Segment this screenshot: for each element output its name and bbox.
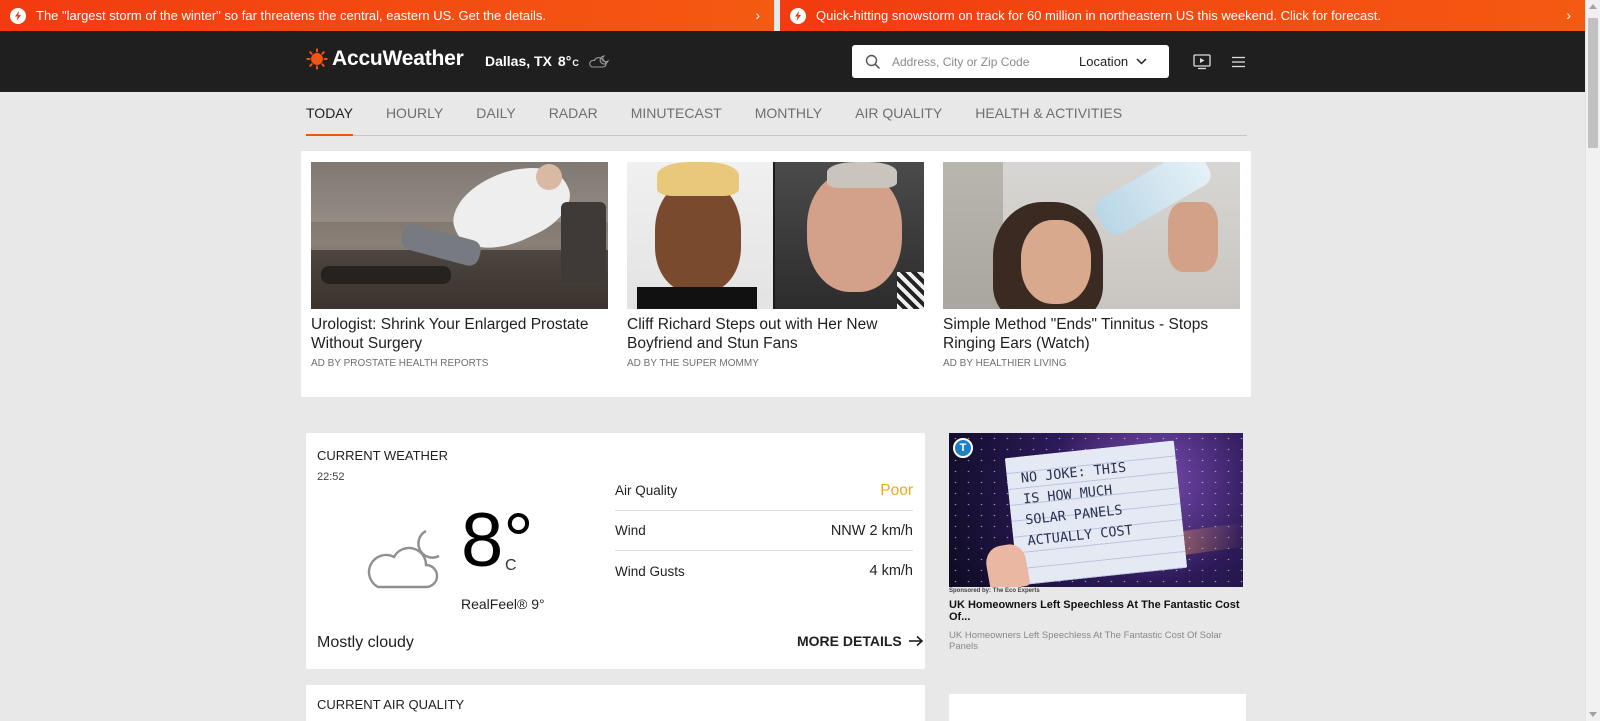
ad-title: Cliff Richard Steps out with Her New Boy… — [627, 316, 878, 352]
ad-title: Urologist: Shrink Your Enlarged Prostate… — [311, 316, 589, 352]
more-details-label: MORE DETAILS — [797, 633, 902, 649]
tab-hourly[interactable]: HOURLY — [386, 92, 443, 136]
ad-image-two-portraits — [627, 162, 924, 309]
ad-source: AD BY PROSTATE HEALTH REPORTS — [311, 358, 489, 369]
sub-navigation: TODAY HOURLY DAILY RADAR MINUTECAST MONT… — [306, 92, 1247, 136]
header-location[interactable]: Dallas, TX 8° C — [485, 53, 611, 69]
search-box: Location — [852, 45, 1169, 78]
ad-card-tinnitus[interactable]: Simple Method "Ends" Tinnitus - Stops Ri… — [943, 162, 1240, 369]
observation-time: 22:52 — [317, 471, 345, 483]
scrollbar-thumb[interactable] — [1588, 18, 1598, 148]
weather-details: Air Quality Poor Wind NNW 2 km/h Wind Gu… — [615, 471, 913, 591]
realfeel-temperature: RealFeel® 9° — [461, 596, 545, 612]
detail-row-wind-gusts: Wind Gusts 4 km/h — [615, 551, 913, 591]
site-header: AccuWeather Dallas, TX 8° C Location — [0, 31, 1585, 92]
page-scrollbar[interactable] — [1585, 0, 1600, 721]
cloud-moon-icon — [589, 55, 609, 68]
alert-banner-storm[interactable]: The "largest storm of the winter" so far… — [0, 0, 774, 31]
ad-card-cliff-richard[interactable]: Cliff Richard Steps out with Her New Boy… — [627, 162, 924, 369]
arrow-right-icon — [908, 635, 923, 647]
current-air-quality-card[interactable]: CURRENT AIR QUALITY — [306, 685, 925, 721]
tab-monthly[interactable]: MONTHLY — [755, 92, 822, 136]
detail-label: Air Quality — [615, 483, 678, 498]
location-button-label: Location — [1079, 54, 1129, 69]
weather-phrase: Mostly cloudy — [317, 634, 414, 651]
search-icon[interactable] — [865, 54, 881, 70]
right-sponsored-ad[interactable]: NO JOKE: THIS IS HOW MUCH SOLAR PANELS A… — [949, 433, 1243, 652]
card-heading: CURRENT WEATHER — [317, 448, 448, 463]
location-name: Dallas, TX — [485, 53, 552, 69]
detail-value: NNW 2 km/h — [830, 522, 913, 539]
scroll-down-arrow-icon[interactable] — [1589, 712, 1597, 717]
publisher-badge: T — [953, 438, 973, 458]
detail-label: Wind Gusts — [615, 563, 685, 579]
ad-title: Simple Method "Ends" Tinnitus - Stops Ri… — [943, 316, 1209, 352]
detail-value: 4 km/h — [869, 563, 913, 579]
cloud-moon-icon — [367, 529, 440, 589]
card-heading: CURRENT AIR QUALITY — [317, 697, 465, 712]
alert-banner-snowstorm[interactable]: Quick-hitting snowstorm on track for 60 … — [780, 0, 1585, 31]
ad-description: UK Homeowners Left Speechless At The Fan… — [949, 630, 1222, 652]
tab-air-quality[interactable]: AIR QUALITY — [855, 92, 942, 136]
header-temp: 8° — [557, 53, 572, 69]
detail-row-wind: Wind NNW 2 km/h — [615, 511, 913, 551]
video-play-icon[interactable] — [1193, 54, 1211, 70]
chevron-down-icon — [1136, 58, 1147, 65]
alert-bar: The "largest storm of the winter" so far… — [0, 0, 1585, 31]
ad-image-solar-panels-note: NO JOKE: THIS IS HOW MUCH SOLAR PANELS A… — [949, 433, 1243, 587]
sponsored-ad-strip: Urologist: Shrink Your Enlarged Prostate… — [301, 151, 1251, 397]
alert-text: Quick-hitting snowstorm on track for 60 … — [816, 8, 1382, 23]
lightning-bolt-icon — [10, 7, 26, 24]
alert-text: The "largest storm of the winter" so far… — [36, 8, 546, 23]
temperature-unit: C — [505, 557, 517, 574]
right-column-card — [949, 694, 1246, 721]
chevron-right-icon: › — [755, 7, 760, 23]
header-temp-unit: C — [572, 58, 579, 68]
hamburger-menu-icon[interactable] — [1230, 54, 1248, 70]
ad-card-prostate[interactable]: Urologist: Shrink Your Enlarged Prostate… — [311, 162, 608, 369]
current-weather-card[interactable]: CURRENT WEATHER 22:52 8° C RealFeel® 9° … — [306, 433, 925, 669]
note-paper: NO JOKE: THIS IS HOW MUCH SOLAR PANELS A… — [1004, 440, 1188, 586]
ad-image-woman-water-bottle — [943, 162, 1240, 309]
detail-value: Poor — [880, 481, 913, 499]
scroll-up-arrow-icon[interactable] — [1589, 4, 1597, 9]
search-input[interactable] — [892, 54, 1062, 69]
current-temperature: 8° — [461, 498, 534, 583]
location-dropdown-button[interactable]: Location — [1079, 54, 1147, 69]
ad-source: AD BY HEALTHIER LIVING — [943, 358, 1067, 369]
lightning-bolt-icon — [790, 7, 806, 24]
sun-logo-icon — [306, 48, 328, 70]
tab-today[interactable]: TODAY — [306, 92, 353, 136]
more-details-link[interactable]: MORE DETAILS — [797, 633, 924, 649]
chevron-right-icon: › — [1566, 7, 1571, 23]
ad-sponsor: Sponsored by: The Eco Experts — [949, 588, 1040, 594]
accuweather-logo[interactable]: AccuWeather — [306, 47, 464, 71]
ad-source: AD BY THE SUPER MOMMY — [627, 358, 759, 369]
tab-minutecast[interactable]: MINUTECAST — [631, 92, 722, 136]
ad-title: UK Homeowners Left Speechless At The Fan… — [949, 599, 1240, 623]
detail-label: Wind — [615, 523, 646, 538]
brand-name: AccuWeather — [332, 47, 464, 70]
tab-radar[interactable]: RADAR — [549, 92, 598, 136]
ad-image-stretching-man — [311, 162, 608, 309]
detail-row-air-quality: Air Quality Poor — [615, 471, 913, 511]
tab-health-activities[interactable]: HEALTH & ACTIVITIES — [975, 92, 1122, 136]
tab-daily[interactable]: DAILY — [476, 92, 515, 136]
